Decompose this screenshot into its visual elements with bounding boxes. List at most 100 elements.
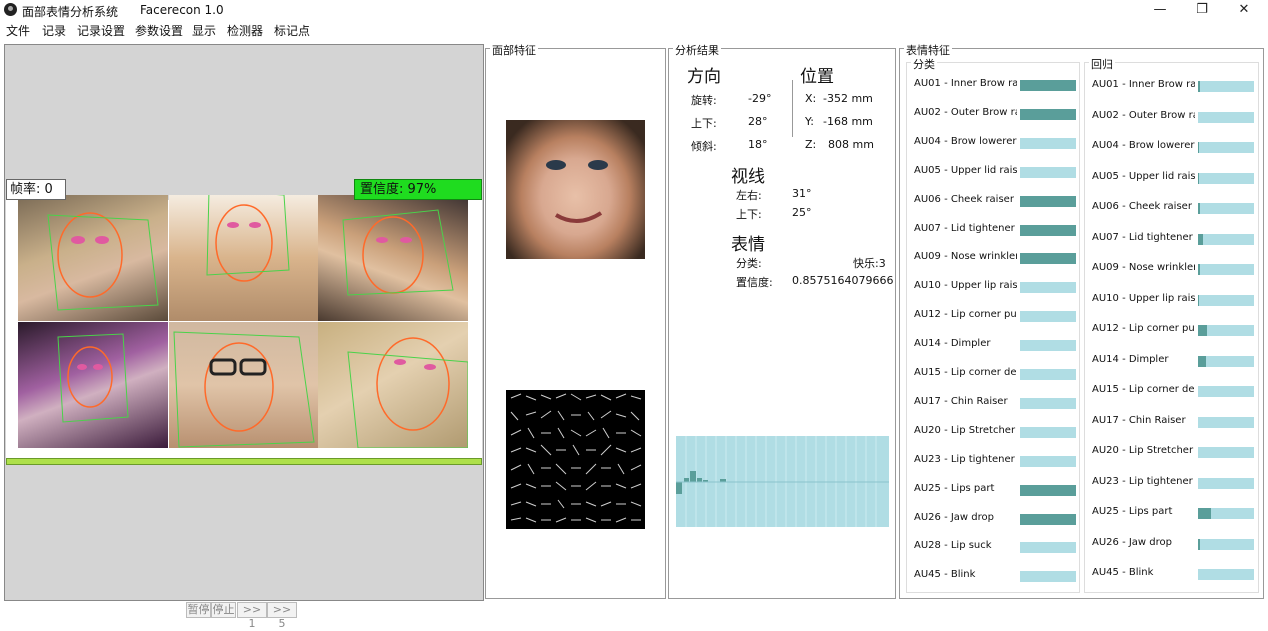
- direction-heading: 方向: [687, 67, 721, 87]
- x-label: X:: [805, 92, 817, 105]
- au-label: AU45 - Blink: [1092, 567, 1154, 578]
- au-label: AU14 - Dimpler: [914, 338, 991, 350]
- au-intensity-fill: [1020, 224, 1076, 236]
- x-value: -352 mm: [823, 92, 873, 105]
- au-intensity-bar: [1020, 195, 1076, 207]
- au-intensity-bar: [1020, 513, 1076, 525]
- au-intensity-fill: [1020, 253, 1076, 265]
- frame-thumbnail: [318, 322, 468, 448]
- gaze-ud-label: 上下:: [736, 208, 762, 221]
- au-label: AU14 - Dimpler: [1092, 353, 1169, 365]
- au-intensity-bar: [1198, 81, 1254, 92]
- menu-detector[interactable]: 检测器: [227, 22, 263, 39]
- au-label: AU23 - Lip tightener: [1092, 475, 1193, 487]
- au-intensity-bar: [1020, 282, 1076, 294]
- au-intensity-fill: [1198, 203, 1200, 214]
- menu-param-settings[interactable]: 参数设置: [135, 22, 183, 39]
- au-label: AU12 - Lip corner puller: [914, 309, 1017, 321]
- gaze-ud-value: 25°: [792, 206, 812, 219]
- au-intensity-bar: [1020, 80, 1076, 91]
- confidence-bar: [6, 458, 482, 465]
- gaze-lr-value: 31°: [792, 187, 812, 200]
- aligned-face-image: [506, 120, 645, 259]
- au-intensity-bar: [1020, 484, 1076, 496]
- menu-display[interactable]: 显示: [192, 22, 216, 39]
- rotation-label: 旋转:: [691, 94, 717, 107]
- au-intensity-bar: [1198, 294, 1254, 306]
- au-label: AU25 - Lips part: [1092, 506, 1173, 517]
- au-label: AU04 - Brow lowerer: [1092, 140, 1195, 151]
- conf-label: 置信度:: [736, 276, 773, 289]
- au-label: AU17 - Chin Raiser: [914, 395, 1008, 407]
- au-intensity-fill: [1198, 233, 1203, 245]
- updown-value: 28°: [748, 115, 768, 128]
- au-intensity-fill: [1198, 81, 1200, 92]
- au-intensity-bar: [1198, 325, 1254, 336]
- au-label: AU06 - Cheek raiser: [1092, 201, 1192, 212]
- z-value: 808 mm: [828, 138, 874, 151]
- au-intensity-bar: [1020, 571, 1076, 583]
- face-sketch: [546, 160, 608, 223]
- au-label: AU05 - Upper lid raiser: [1092, 170, 1195, 182]
- au-intensity-bar: [1020, 542, 1076, 554]
- au-intensity-bar: [1198, 142, 1254, 153]
- minimize-icon[interactable]: —: [1140, 0, 1180, 20]
- au-intensity-bar: [1198, 477, 1254, 489]
- rotation-value: -29°: [748, 92, 772, 105]
- au-intensity-bar: [1020, 253, 1076, 265]
- au-label: AU26 - Jaw drop: [1092, 536, 1172, 548]
- conf-value: 0.8575164079666: [792, 274, 894, 287]
- fps-readout: 帧率: 0: [6, 179, 66, 200]
- z-label: Z:: [805, 138, 817, 151]
- au-label: AU10 - Upper lip raiser: [914, 280, 1017, 292]
- title-bar: 面部表情分析系统 Facerecon 1.0 — ❐ ✕: [0, 0, 1268, 20]
- au-intensity-bar: [1020, 224, 1076, 236]
- menu-record-settings[interactable]: 记录设置: [77, 22, 125, 39]
- au-intensity-fill: [1198, 508, 1211, 519]
- frame-thumbnail: [18, 195, 168, 321]
- au-intensity-bar: [1020, 137, 1076, 149]
- au-intensity-bar: [1020, 455, 1076, 467]
- au-label: AU02 - Outer Brow raise: [1092, 109, 1195, 121]
- expression-heading: 表情: [731, 235, 765, 255]
- au-intensity-fill: [1020, 195, 1076, 207]
- au-label: AU17 - Chin Raiser: [1092, 414, 1186, 426]
- hog-feature-image: [506, 390, 645, 529]
- menu-file[interactable]: 文件: [6, 22, 30, 39]
- frame-thumbnail: [318, 195, 468, 321]
- au-intensity-fill: [1020, 513, 1076, 525]
- au-intensity-bar: [1198, 416, 1254, 428]
- au-label: AU20 - Lip Stretcher: [914, 424, 1016, 436]
- menu-landmarks[interactable]: 标记点: [274, 22, 310, 39]
- pause-button[interactable]: 暂停: [186, 602, 211, 618]
- close-icon[interactable]: ✕: [1224, 0, 1264, 20]
- au-intensity-fill: [1020, 484, 1076, 496]
- au-intensity-fill: [1198, 294, 1199, 306]
- group-title: 回归: [1089, 56, 1115, 72]
- gaze-heading: 视线: [731, 167, 765, 187]
- au-intensity-bar: [1198, 569, 1254, 580]
- au-intensity-fill: [1198, 325, 1207, 336]
- class-label: 分类:: [736, 257, 762, 270]
- restore-icon[interactable]: ❐: [1182, 0, 1222, 20]
- au-intensity-fill: [1198, 355, 1206, 367]
- au-label: AU04 - Brow lowerer: [914, 135, 1017, 147]
- au-label: AU26 - Jaw drop: [914, 511, 994, 523]
- au-label: AU28 - Lip suck: [914, 540, 992, 552]
- au-intensity-bar: [1198, 172, 1254, 184]
- menu-record[interactable]: 记录: [42, 22, 66, 39]
- y-label: Y:: [805, 115, 814, 128]
- au-intensity-fill: [1198, 264, 1200, 275]
- section-divider: [792, 80, 793, 137]
- au-label: AU09 - Nose wrinkler: [1092, 262, 1195, 273]
- frame-thumbnail: [169, 322, 319, 448]
- au-label: AU45 - Blink: [914, 569, 976, 581]
- step-1-button[interactable]: >> 1: [237, 602, 267, 630]
- step-5-button[interactable]: >> 5: [267, 602, 297, 630]
- histogram-chart: [676, 436, 889, 527]
- stop-button[interactable]: 停止: [211, 602, 236, 618]
- au-intensity-bar: [1020, 311, 1076, 323]
- frame-thumbnail: [169, 195, 319, 321]
- confidence-readout: 置信度: 97%: [354, 179, 482, 200]
- menu-bar: 文件 记录 记录设置 参数设置 显示 检测器 标记点: [0, 20, 1268, 40]
